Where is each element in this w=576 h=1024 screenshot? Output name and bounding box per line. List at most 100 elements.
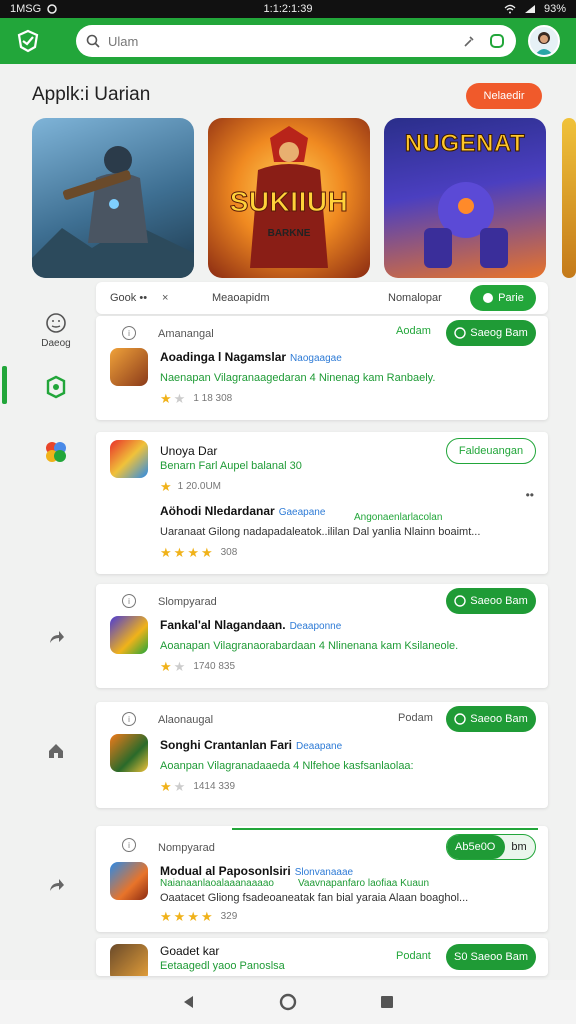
star-icon: ★ xyxy=(160,391,172,406)
share-icon xyxy=(50,631,64,643)
tab-meaoapidm[interactable]: Meaoapidm xyxy=(212,292,269,304)
search-icon xyxy=(86,34,100,48)
card-side-label: Angonaenlarlacolan xyxy=(354,512,443,523)
mic-icon[interactable] xyxy=(460,32,478,50)
app-card[interactable]: Goadet kar Eetaagedl yaoo Panoslsa Podan… xyxy=(96,938,548,976)
install-button-label: Saeoo Bam xyxy=(470,713,528,725)
app-description: Aoanapan Vilagranaorabardaan 4 Nlinenana… xyxy=(160,640,459,652)
download-icon xyxy=(454,327,466,339)
star-icon: ★ xyxy=(173,909,186,924)
app-rating: ★ ★ ★ ★ 329 xyxy=(160,910,237,923)
app-icon xyxy=(110,616,148,654)
install-button[interactable]: Saeoo Bam xyxy=(446,588,536,614)
app-card[interactable]: i Slompyarad Saeoo Bam Fankal'al Nlagand… xyxy=(96,584,548,688)
sidebar-item-share-1[interactable] xyxy=(30,628,82,646)
app-title: Songhi Crantanlan Fari Deaapane xyxy=(160,738,342,752)
app-title-text: Fankal'al Nlagandaan. xyxy=(160,618,286,632)
app-card[interactable]: i Alaonaugal Podam Saeoo Bam Songhi Cran… xyxy=(96,702,548,808)
sidebar-item-daeog[interactable]: Daeog xyxy=(30,312,82,349)
card-header: Alaonaugal xyxy=(158,714,214,726)
game-banner-4-partial[interactable] xyxy=(562,118,576,278)
sidebar-item-share-2[interactable] xyxy=(30,876,82,894)
install-button-label: Saeog Bam xyxy=(470,327,528,339)
star-icon: ★ xyxy=(160,659,172,674)
sidebar-item-home[interactable] xyxy=(30,742,82,760)
app-subline-right: Vaavnapanfaro laofiaa Kuaun xyxy=(298,878,430,889)
game-banner-3[interactable]: NUGENAT xyxy=(384,118,546,278)
app-tag: Deaaponne xyxy=(289,621,342,632)
star-icon: ★ xyxy=(160,545,172,560)
app-rating: ★ ★ 1740 835 xyxy=(160,660,235,673)
app-title2-text: Aöhodi Nledardanar xyxy=(160,504,275,518)
install-button[interactable]: Ab5e0O bm xyxy=(446,834,536,860)
app-card[interactable]: i Nompyarad Ab5e0O bm Modual al Paposonl… xyxy=(96,826,548,932)
app-title: Fankal'al Nlagandaan. Deaaponne xyxy=(160,618,341,632)
chat-icon xyxy=(483,293,494,303)
install-button-label: Saeoo Bam xyxy=(470,595,528,607)
star-icon: ★ xyxy=(200,909,213,924)
search-placeholder[interactable]: Ulam xyxy=(108,34,450,49)
install-button[interactable]: S0 Saeoo Bam xyxy=(446,944,536,970)
tab-parie-button[interactable]: Parie xyxy=(470,285,536,311)
avatar[interactable] xyxy=(528,25,560,57)
app-icon xyxy=(110,734,148,772)
app-icon xyxy=(110,862,148,900)
info-icon: i xyxy=(122,838,136,852)
camera-icon[interactable] xyxy=(488,32,506,50)
app-title-text: Aoadinga l Nagamslar xyxy=(160,350,287,364)
outline-button[interactable]: Faldeuangan xyxy=(446,438,536,464)
sidebar-item-active[interactable] xyxy=(30,374,82,400)
install-button-extra: bm xyxy=(511,841,527,853)
rating-count: 329 xyxy=(220,911,238,922)
app-description: Eetaagedl yaoo Panoslsa xyxy=(160,960,285,972)
app-description: Aoanpan Vilagranadaaeda 4 Nlfehoe kasfsa… xyxy=(160,760,414,772)
section-more-button[interactable]: Nelaedir xyxy=(466,83,542,109)
install-button[interactable]: Saeoo Bam xyxy=(446,706,536,732)
card-side-label: Podam xyxy=(398,712,433,724)
rating-count: 1 20.0UM xyxy=(177,481,222,492)
app-logo-icon[interactable] xyxy=(12,25,44,57)
star-icon: ★ xyxy=(173,545,186,560)
card-side-label: Aodam xyxy=(396,325,431,337)
flower-icon xyxy=(46,442,66,462)
game-banner-1[interactable] xyxy=(32,118,194,278)
close-icon[interactable]: × xyxy=(162,292,168,304)
info-icon: i xyxy=(122,326,136,340)
app-title-secondary: Aöhodi Nledardanar Gaeapane xyxy=(160,504,325,518)
tab-gook[interactable]: Gook •• xyxy=(110,292,147,304)
app-description: Benarn Farl Aupel balanal 30 xyxy=(160,460,302,472)
back-icon[interactable] xyxy=(181,994,197,1010)
status-bar: 1MSG 1:1:2:1:39 93% xyxy=(0,0,576,18)
search-bar[interactable]: Ulam xyxy=(76,25,516,57)
home-icon xyxy=(49,744,63,758)
app-tag: Slonvanaaae xyxy=(294,867,354,878)
app-subline: Naianaanlaoalaaanaaaao xyxy=(160,878,274,889)
star-icon: ★ xyxy=(187,909,199,924)
app-description: Oaatacet Gliong fsadeoaneatak fan bial y… xyxy=(160,892,469,904)
banner-3-title: NUGENAT xyxy=(404,130,526,158)
star-icon: ★ xyxy=(200,545,213,560)
app-description-secondary: Uaranaat Gilong nadapadaleatok..ililan D… xyxy=(160,526,481,538)
app-card[interactable]: i Amanangal Aodam Saeog Bam Aoadinga l N… xyxy=(96,316,548,420)
app-card[interactable]: Unoya Dar Benarn Farl Aupel balanal 30 F… xyxy=(96,432,548,574)
progress-line xyxy=(232,828,538,830)
app-title: Goadet kar xyxy=(160,944,220,958)
card-header: Amanangal xyxy=(158,328,214,340)
sidebar-item-apps[interactable] xyxy=(30,438,82,466)
app-icon xyxy=(110,348,148,386)
tab-nomalopar[interactable]: Nomalopar xyxy=(388,292,442,304)
install-button[interactable]: Saeog Bam xyxy=(446,320,536,346)
recents-icon[interactable] xyxy=(379,994,395,1010)
game-banner-2[interactable]: SUKIIUH BARKNE xyxy=(208,118,370,278)
sidebar-active-indicator xyxy=(2,366,7,404)
more-icon[interactable]: •• xyxy=(526,488,534,502)
card-header: Slompyarad xyxy=(158,596,217,608)
app-rating: ★ ★ 1414 339 xyxy=(160,780,235,793)
home-circle-icon[interactable] xyxy=(279,993,297,1011)
rating-count: 1414 339 xyxy=(193,781,236,792)
app-rating: ★ ★ ★ ★ 308 xyxy=(160,546,237,559)
tab-parie-label: Parie xyxy=(498,292,524,304)
filter-tabs: Gook •• × Meaoapidm Nomalopar Parie xyxy=(96,282,548,314)
star-icon: ★ xyxy=(173,659,186,674)
system-nav-bar xyxy=(0,980,576,1024)
